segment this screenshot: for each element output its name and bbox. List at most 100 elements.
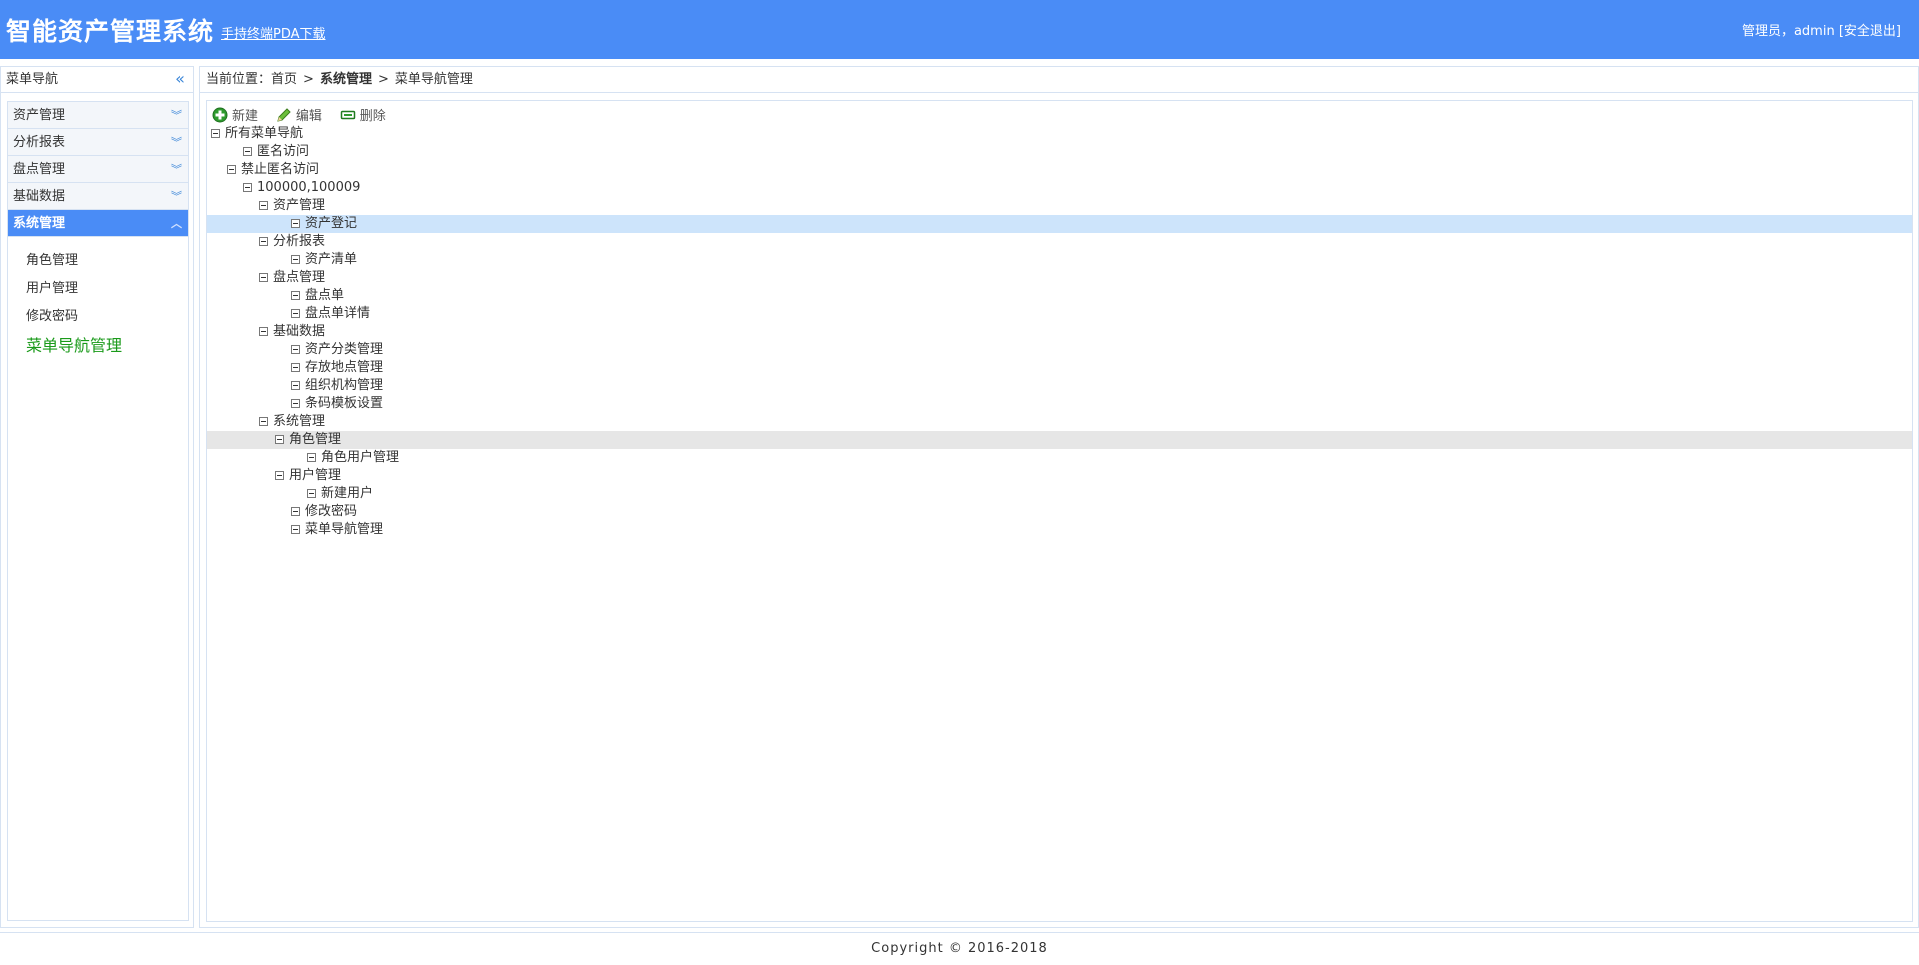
tree-node-label[interactable]: 组织机构管理 [305, 377, 383, 395]
tree-collapse-icon[interactable] [211, 129, 220, 138]
tree-node[interactable]: 基础数据 [207, 323, 1912, 341]
tree-collapse-icon[interactable] [243, 183, 252, 192]
tree-node-label[interactable]: 资产清单 [305, 251, 357, 269]
tree-node-label[interactable]: 禁止匿名访问 [241, 161, 319, 179]
breadcrumb-separator: > [377, 72, 389, 87]
tree-collapse-icon[interactable] [291, 507, 300, 516]
app-header: 智能资产管理系统 手持终端PDA下载 管理员，admin [安全退出] [0, 0, 1919, 59]
tree-collapse-icon[interactable] [291, 291, 300, 300]
delete-button[interactable]: 删除 [340, 105, 386, 124]
tree-collapse-icon[interactable] [259, 327, 268, 336]
copyright-text: Copyright © 2016-2018 [871, 941, 1048, 956]
new-button-label: 新建 [232, 109, 259, 124]
tree-collapse-icon[interactable] [291, 381, 300, 390]
sidebar-header: 菜单导航 « [1, 67, 193, 93]
tree-node[interactable]: 修改密码 [207, 503, 1912, 521]
tree-collapse-icon[interactable] [275, 435, 284, 444]
tree-node-label[interactable]: 基础数据 [273, 323, 325, 341]
tree-node-label[interactable]: 系统管理 [273, 413, 325, 431]
double-chevron-down-icon: ︾ [171, 109, 182, 122]
tree-node[interactable]: 角色管理 [207, 431, 1912, 449]
submenu-role-management[interactable]: 角色管理 [8, 247, 188, 275]
tree-collapse-icon[interactable] [291, 345, 300, 354]
tree-collapse-icon[interactable] [307, 453, 316, 462]
submenu-change-password[interactable]: 修改密码 [8, 303, 188, 331]
delete-button-label: 删除 [359, 109, 386, 124]
accordion-basic-data[interactable]: 基础数据 ︾ [8, 183, 188, 210]
tree-node[interactable]: 条码模板设置 [207, 395, 1912, 413]
tree-panel: 新建 编辑 删除 所有菜单导航 匿名访问 禁止匿名访问 100000,100009 资产… [206, 100, 1913, 922]
breadcrumb-separator: > [303, 72, 314, 87]
tree-collapse-icon[interactable] [307, 489, 316, 498]
tree-node[interactable]: 匿名访问 [207, 143, 1912, 161]
double-chevron-left-icon[interactable]: « [171, 67, 189, 93]
tree-collapse-icon[interactable] [259, 237, 268, 246]
tree-collapse-icon[interactable] [291, 255, 300, 264]
tree-node[interactable]: 资产管理 [207, 197, 1912, 215]
tree-node[interactable]: 菜单导航管理 [207, 521, 1912, 539]
tree-node[interactable]: 系统管理 [207, 413, 1912, 431]
tree-collapse-icon[interactable] [259, 201, 268, 210]
tree-node-label[interactable]: 角色管理 [289, 431, 341, 449]
tree-node[interactable]: 资产登记 [207, 215, 1912, 233]
new-button[interactable]: 新建 [212, 105, 258, 124]
accordion-analysis-reports[interactable]: 分析报表 ︾ [8, 129, 188, 156]
tree-collapse-icon[interactable] [259, 273, 268, 282]
breadcrumb-home[interactable]: 首页 [271, 72, 297, 87]
tree-node[interactable]: 盘点单 [207, 287, 1912, 305]
tree-collapse-icon[interactable] [291, 219, 300, 228]
tree-node[interactable]: 分析报表 [207, 233, 1912, 251]
tree-node[interactable]: 资产清单 [207, 251, 1912, 269]
tree-collapse-icon[interactable] [291, 309, 300, 318]
footer: Copyright © 2016-2018 [0, 932, 1919, 965]
tree-node-label[interactable]: 角色用户管理 [321, 449, 399, 467]
tree-node-label[interactable]: 用户管理 [289, 467, 341, 485]
tree-node[interactable]: 盘点单详情 [207, 305, 1912, 323]
tree-collapse-icon[interactable] [227, 165, 236, 174]
accordion-inventory-management[interactable]: 盘点管理 ︾ [8, 156, 188, 183]
tree-node-label[interactable]: 所有菜单导航 [225, 125, 303, 143]
tree-node-label[interactable]: 盘点管理 [273, 269, 325, 287]
tree-node[interactable]: 用户管理 [207, 467, 1912, 485]
tree-node[interactable]: 100000,100009 [207, 179, 1912, 197]
tree-node-label[interactable]: 资产管理 [273, 197, 325, 215]
tree-node-label[interactable]: 新建用户 [321, 485, 373, 503]
tree-collapse-icon[interactable] [291, 525, 300, 534]
tree-node-label[interactable]: 盘点单 [305, 287, 344, 305]
tree-node-label[interactable]: 盘点单详情 [305, 305, 370, 323]
chevron-up-icon: ︿ [171, 217, 182, 230]
double-chevron-down-icon: ︾ [171, 163, 182, 176]
tree-node-label[interactable]: 菜单导航管理 [305, 521, 383, 539]
sidebar-title: 菜单导航 [6, 72, 59, 87]
accordion-system-management[interactable]: 系统管理 ︿ [8, 210, 188, 237]
edit-button[interactable]: 编辑 [276, 105, 322, 124]
tree-collapse-icon[interactable] [291, 363, 300, 372]
tree-node[interactable]: 资产分类管理 [207, 341, 1912, 359]
tree-node-label[interactable]: 存放地点管理 [305, 359, 383, 377]
menu-accordion: 资产管理 ︾ 分析报表 ︾ 盘点管理 ︾ 基础数据 ︾ 系统管理 ︿ 角色管理 … [7, 101, 189, 921]
tree-node[interactable]: 所有菜单导航 [207, 125, 1912, 143]
tree-collapse-icon[interactable] [259, 417, 268, 426]
tree-node[interactable]: 禁止匿名访问 [207, 161, 1912, 179]
tree-node[interactable]: 组织机构管理 [207, 377, 1912, 395]
accordion-asset-management[interactable]: 资产管理 ︾ [8, 102, 188, 129]
tree-collapse-icon[interactable] [291, 399, 300, 408]
tree-node-label[interactable]: 修改密码 [305, 503, 357, 521]
tree-node[interactable]: 存放地点管理 [207, 359, 1912, 377]
tree-collapse-icon[interactable] [275, 471, 284, 480]
tree-node[interactable]: 新建用户 [207, 485, 1912, 503]
tree-node-label[interactable]: 资产分类管理 [305, 341, 383, 359]
tree-node-label[interactable]: 资产登记 [305, 215, 357, 233]
tree-node-label[interactable]: 100000,100009 [257, 179, 360, 197]
double-chevron-down-icon: ︾ [171, 136, 182, 149]
submenu-user-management[interactable]: 用户管理 [8, 275, 188, 303]
pda-download-link[interactable]: 手持终端PDA下载 [221, 23, 326, 42]
tree-node[interactable]: 角色用户管理 [207, 449, 1912, 467]
tree-node-label[interactable]: 匿名访问 [257, 143, 309, 161]
logout-link[interactable]: [安全退出] [1839, 24, 1901, 39]
tree-node-label[interactable]: 条码模板设置 [305, 395, 383, 413]
tree-node-label[interactable]: 分析报表 [273, 233, 325, 251]
tree-node[interactable]: 盘点管理 [207, 269, 1912, 287]
submenu-menu-nav-management[interactable]: 菜单导航管理 [8, 331, 188, 361]
tree-collapse-icon[interactable] [243, 147, 252, 156]
